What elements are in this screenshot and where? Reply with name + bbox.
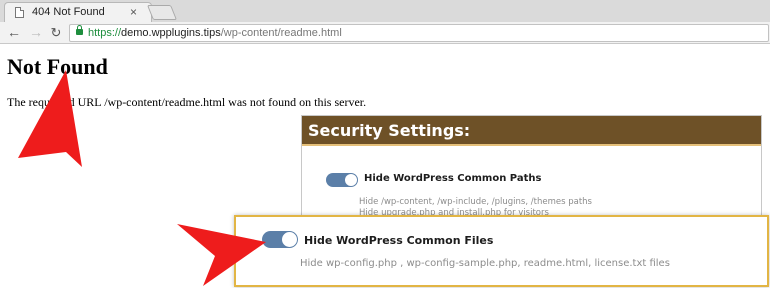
hide-paths-label: Hide WordPress Common Paths: [364, 173, 542, 184]
url-host: demo.wpplugins.tips: [121, 27, 221, 39]
security-settings-panel: Security Settings: Hide WordPress Common…: [301, 115, 762, 225]
forward-icon[interactable]: →: [28, 24, 44, 41]
browser-toolbar: ← → ↻ https://demo.wpplugins.tips/wp-con…: [0, 22, 770, 44]
tab-title: 404 Not Found: [32, 6, 105, 18]
page-title: Not Found: [7, 54, 108, 79]
url-scheme: https://: [88, 27, 122, 39]
page-icon: [15, 7, 24, 18]
hide-paths-toggle[interactable]: [326, 173, 358, 187]
toggle-knob: [282, 232, 297, 247]
panel-title: Security Settings:: [308, 121, 471, 140]
hide-files-toggle[interactable]: [262, 231, 298, 248]
hide-paths-description: Hide /wp-content, /wp-include, /plugins,…: [359, 197, 592, 207]
toggle-knob: [345, 174, 357, 186]
url-path: /wp-content/readme.html: [220, 27, 342, 39]
reload-icon[interactable]: ↻: [48, 24, 64, 41]
tab-strip: 404 Not Found ×: [0, 0, 770, 22]
close-icon[interactable]: ×: [130, 5, 137, 19]
tab-404-not-found[interactable]: 404 Not Found ×: [4, 2, 152, 22]
hide-files-description: Hide wp-config.php , wp-config-sample.ph…: [300, 258, 670, 269]
arrow-to-heading-icon: [18, 70, 82, 167]
lock-icon[interactable]: [76, 25, 83, 35]
panel-header: Security Settings:: [302, 116, 761, 146]
url-text[interactable]: https://demo.wpplugins.tips/wp-content/r…: [88, 27, 342, 39]
address-bar[interactable]: https://demo.wpplugins.tips/wp-content/r…: [69, 24, 769, 42]
hide-files-option-highlight: Hide WordPress Common Files Hide wp-conf…: [234, 215, 769, 287]
error-message: The requested URL /wp-content/readme.htm…: [7, 95, 367, 109]
new-tab-button[interactable]: [146, 5, 178, 20]
back-icon[interactable]: ←: [6, 24, 22, 41]
hide-files-label: Hide WordPress Common Files: [304, 234, 494, 247]
